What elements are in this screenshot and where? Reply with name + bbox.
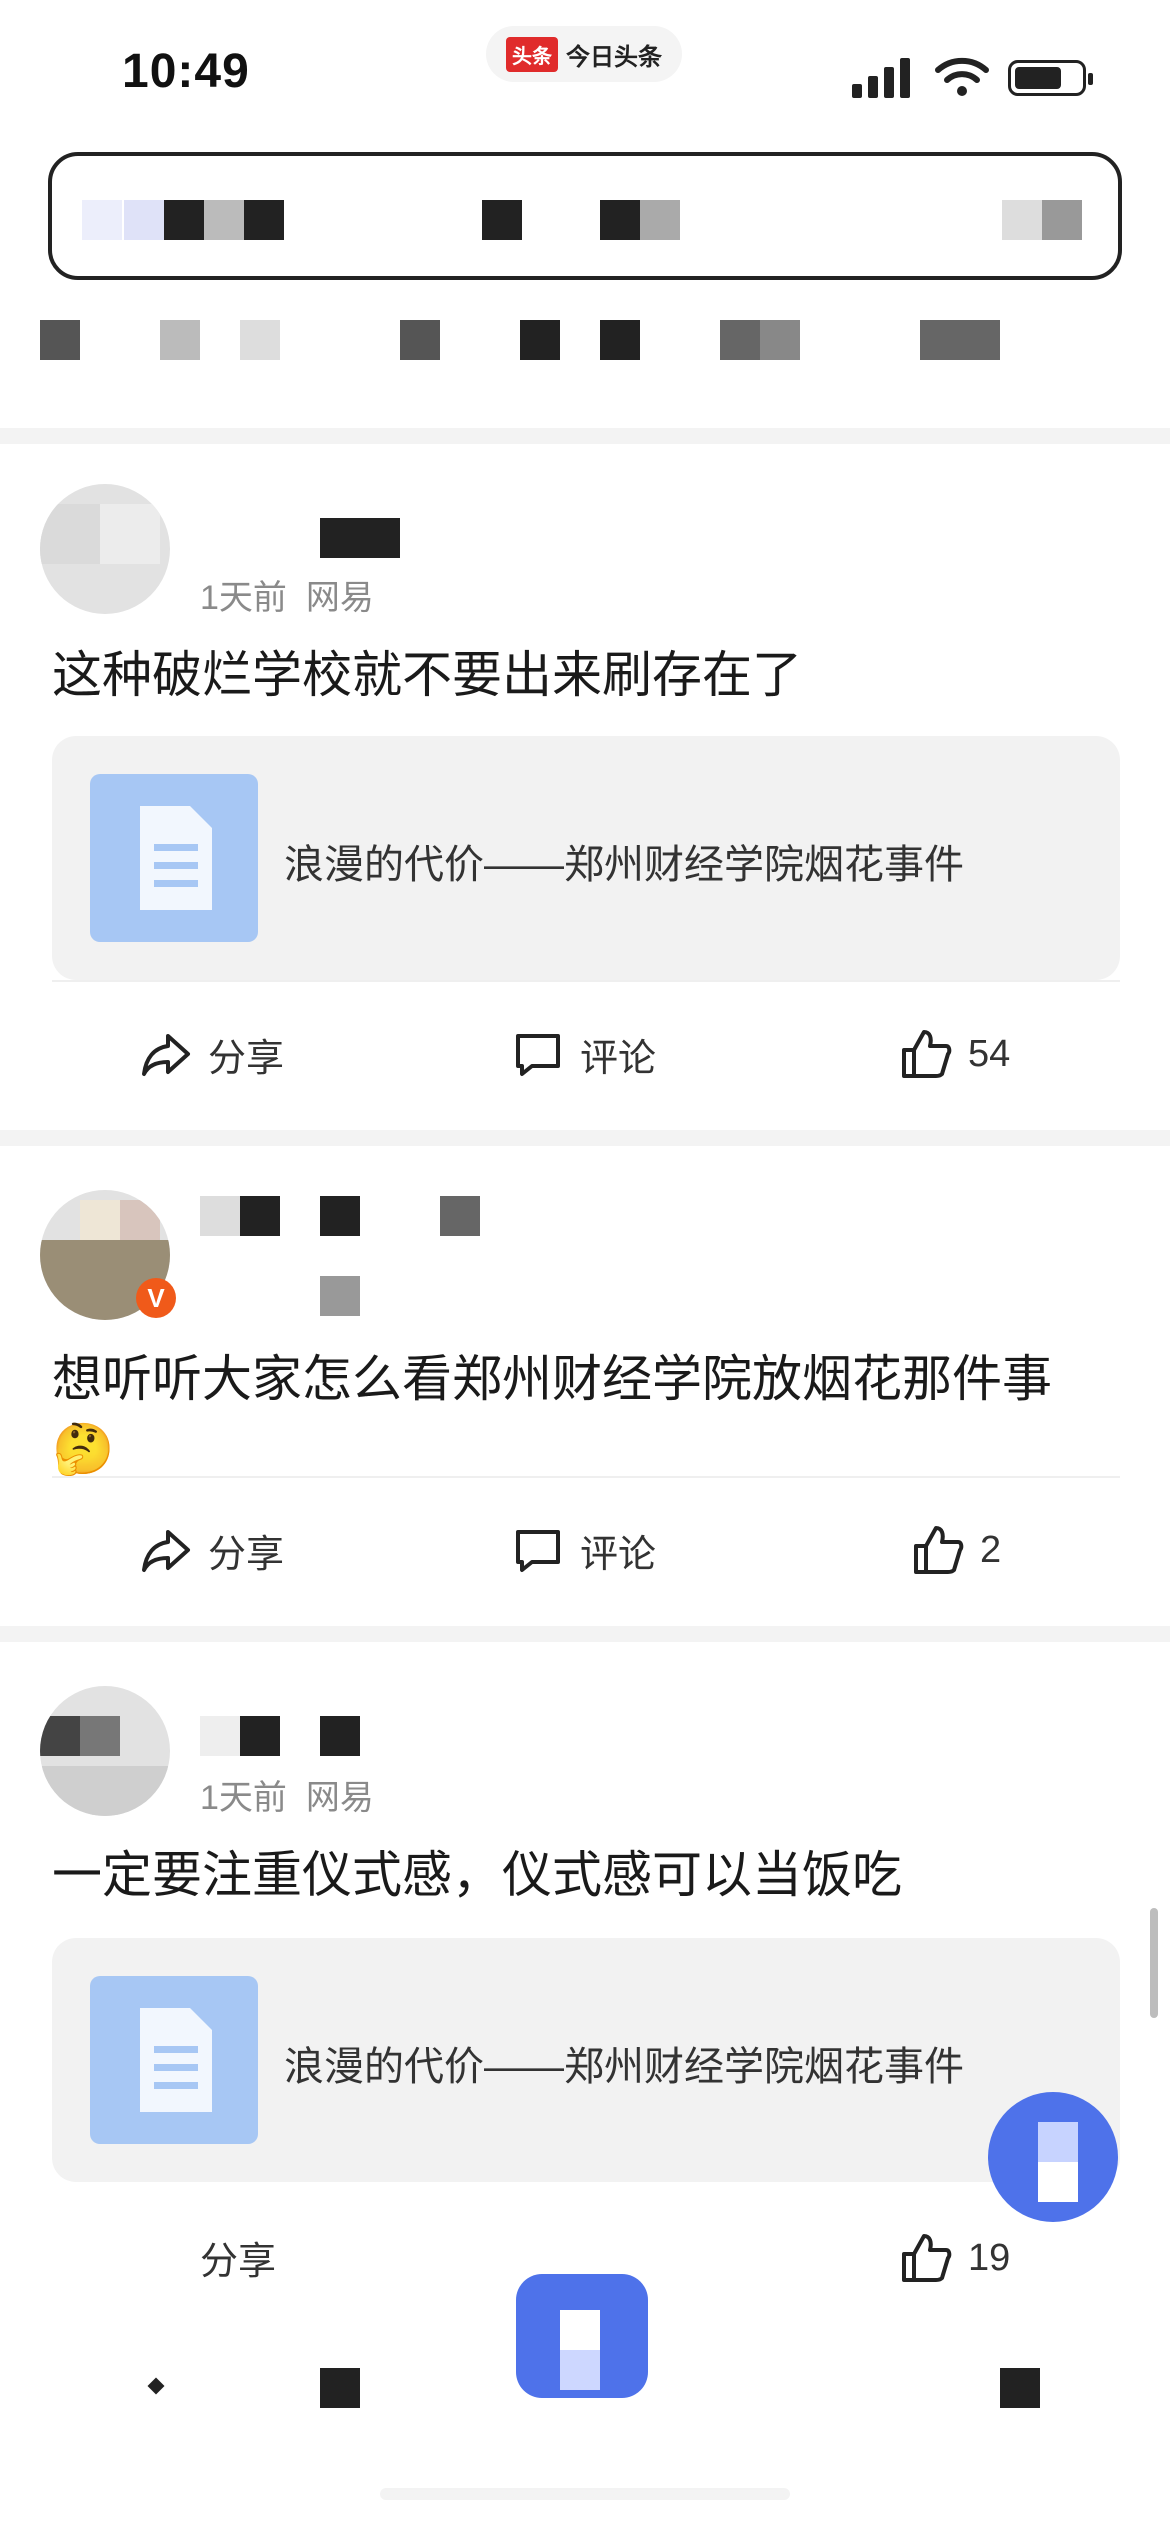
wifi-icon — [935, 57, 989, 96]
like-button[interactable]: 2 — [910, 1522, 1001, 1578]
comment-bubble-icon — [516, 1034, 560, 1076]
comment-label: 评论 — [580, 1037, 657, 1080]
avatar[interactable] — [40, 1686, 170, 1816]
like-button[interactable]: 19 — [898, 2230, 1010, 2286]
back-icon[interactable] — [147, 2377, 165, 2395]
comment-bubble-icon — [516, 1530, 560, 1572]
share-label: 分享 — [208, 1533, 285, 1576]
scrollbar[interactable] — [1150, 1908, 1158, 2018]
post-divider — [0, 1626, 1170, 1642]
obscured-tab-row — [40, 320, 1040, 360]
toutiao-logo: 头条 — [506, 36, 558, 72]
post-time: 1天前 — [200, 579, 287, 617]
comment-button[interactable]: 评论 — [510, 1026, 656, 1082]
app-return-name: 今日头条 — [566, 43, 662, 71]
home-indicator — [380, 2488, 790, 2500]
like-count: 19 — [968, 2236, 1011, 2279]
share-label: 分享 — [208, 1037, 285, 1080]
comment-label: 评论 — [580, 1533, 657, 1576]
thumbs-up-icon — [902, 2234, 952, 2282]
document-icon — [90, 1976, 258, 2144]
linked-article-card[interactable]: 浪漫的代价——郑州财经学院烟花事件 — [52, 1938, 1120, 2182]
share-button[interactable]: 分享 — [138, 1522, 284, 1578]
username-obscured[interactable] — [200, 1196, 500, 1236]
meta-obscured — [320, 1276, 360, 1316]
username-obscured[interactable] — [200, 1716, 400, 1756]
card-title: 浪漫的代价——郑州财经学院烟花事件 — [284, 2045, 964, 2089]
like-button[interactable]: 54 — [898, 1026, 1010, 1082]
post-text[interactable]: 想听听大家怎么看郑州财经学院放烟花那件事 🤔 — [52, 1344, 1052, 1484]
publish-button[interactable] — [516, 2274, 648, 2398]
section-divider — [0, 428, 1170, 444]
share-button[interactable]: 分享 — [200, 2230, 276, 2285]
document-icon — [90, 774, 258, 942]
search-box[interactable] — [48, 152, 1122, 280]
toolbar-icon[interactable] — [1000, 2368, 1040, 2408]
thinking-emoji: 🤔 — [52, 1421, 115, 1477]
post-meta: 1天前 网易 — [200, 570, 374, 619]
share-arrow-icon — [142, 1530, 190, 1572]
post-time: 1天前 — [200, 1779, 287, 1817]
linked-article-card[interactable]: 浪漫的代价——郑州财经学院烟花事件 — [52, 736, 1120, 980]
divider — [52, 980, 1120, 982]
post-text[interactable]: 这种破烂学校就不要出来刷存在了 — [52, 640, 802, 710]
cellular-signal-icon — [852, 58, 910, 98]
toolbar-icon[interactable] — [320, 2368, 360, 2408]
post-source: 网易 — [305, 579, 374, 617]
post-text-line: 想听听大家怎么看郑州财经学院放烟花那件事 — [52, 1351, 1052, 1407]
share-button[interactable]: 分享 — [138, 1026, 284, 1082]
avatar[interactable] — [40, 484, 170, 614]
post-text[interactable]: 一定要注重仪式感，仪式感可以当饭吃 — [52, 1840, 902, 1910]
share-label: 分享 — [200, 2241, 277, 2283]
verified-v-icon: V — [136, 1278, 176, 1318]
share-arrow-icon — [142, 1034, 190, 1076]
divider — [52, 1476, 1120, 1478]
battery-icon — [1008, 60, 1093, 96]
comment-button[interactable]: 评论 — [510, 1522, 656, 1578]
thumbs-up-icon — [902, 1030, 952, 1078]
post-divider — [0, 1130, 1170, 1146]
app-return-pill[interactable]: 头条 今日头条 — [486, 26, 682, 82]
thumbs-up-icon — [914, 1526, 964, 1574]
like-count: 54 — [968, 1032, 1011, 1075]
post-meta: 1天前 网易 — [200, 1770, 374, 1819]
post-source: 网易 — [305, 1779, 374, 1817]
username-obscured[interactable] — [320, 518, 400, 558]
status-time: 10:49 — [122, 45, 250, 98]
card-title: 浪漫的代价——郑州财经学院烟花事件 — [284, 843, 964, 887]
like-count: 2 — [980, 1528, 1002, 1571]
floating-action-button[interactable] — [988, 2092, 1118, 2222]
